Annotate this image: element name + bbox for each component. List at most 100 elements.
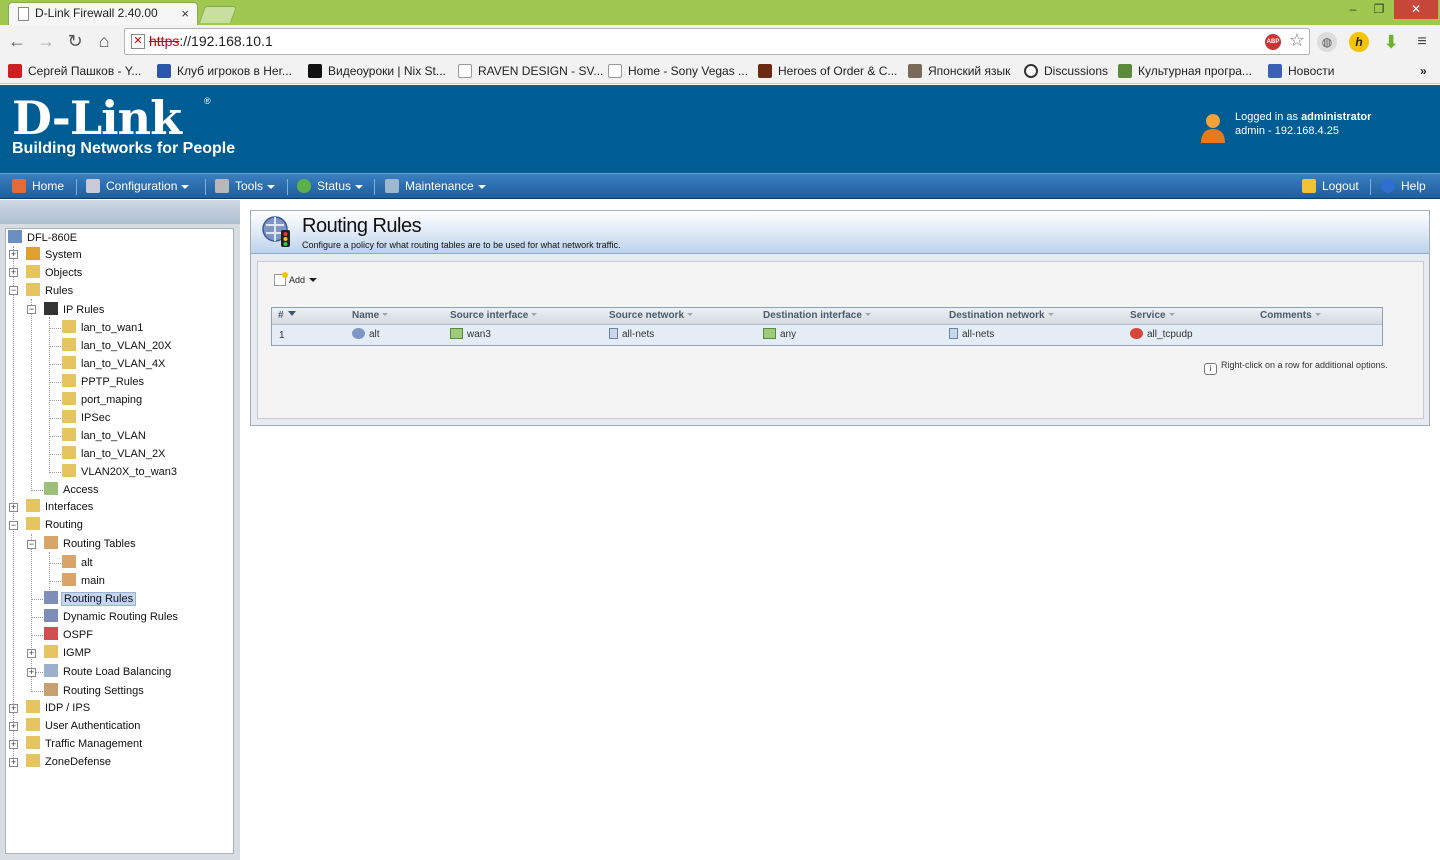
more-bookmarks-button[interactable]: » [1420, 63, 1427, 79]
menu-tools[interactable]: Tools [215, 178, 276, 194]
tree-item-dfl-860e[interactable]: DFL-860E [8, 230, 79, 246]
insecure-lock-icon[interactable]: ✕ [131, 34, 145, 49]
tree-item-routing[interactable]: Routing [26, 517, 85, 533]
tree-item-user-authentication[interactable]: User Authentication [26, 718, 142, 734]
menu-icon[interactable]: ≡ [1412, 32, 1432, 52]
lock-icon [1302, 179, 1316, 193]
expand-toggle[interactable]: + [27, 649, 36, 658]
tree-item-ip-rules[interactable]: IP Rules [44, 302, 106, 318]
tree-item-ip-rule[interactable]: IPSec [62, 410, 112, 426]
page-icon [458, 64, 472, 78]
tree-item-interfaces[interactable]: Interfaces [26, 499, 95, 515]
tree-item-zonedefense[interactable]: ZoneDefense [26, 754, 113, 770]
table-row[interactable]: 1 alt wan3 all-nets any all-nets all_tcp… [272, 325, 1382, 345]
expand-toggle[interactable]: + [9, 740, 18, 749]
column-header-comments[interactable]: Comments [1260, 310, 1321, 321]
expand-toggle[interactable]: + [9, 722, 18, 731]
tree-item-ip-rule[interactable]: lan_to_VLAN_4X [62, 356, 167, 372]
expand-toggle[interactable]: + [9, 268, 18, 277]
minimize-button[interactable]: – [1340, 0, 1366, 19]
tree-item-traffic-management[interactable]: Traffic Management [26, 736, 144, 752]
expand-toggle[interactable]: + [9, 250, 18, 259]
tree-item-routing-table[interactable]: alt [62, 555, 95, 571]
tree-item-routing-settings[interactable]: Routing Settings [44, 683, 146, 699]
bookmark-item[interactable]: Культурная програ... [1118, 63, 1252, 79]
tree-item-routing-tables[interactable]: Routing Tables [44, 536, 138, 552]
menu-logout[interactable]: Logout [1302, 178, 1359, 194]
tree-item-ip-rule[interactable]: lan_to_VLAN_2X [62, 446, 167, 462]
menu-maintenance[interactable]: Maintenance [385, 178, 486, 194]
collapse-toggle[interactable]: − [9, 521, 18, 530]
menu-home[interactable]: Home [12, 178, 64, 194]
expand-toggle[interactable]: + [9, 503, 18, 512]
collapse-toggle[interactable]: − [27, 305, 36, 314]
tree-item-ospf[interactable]: OSPF [44, 627, 95, 643]
column-header-number[interactable]: # [278, 310, 296, 321]
tab-close-icon[interactable]: × [181, 3, 189, 24]
column-header-name[interactable]: Name [352, 310, 389, 321]
address-bar[interactable]: ✕ https://192.168.10.1 ABP ☆ [124, 28, 1310, 55]
new-tab-button[interactable] [198, 6, 238, 23]
tree-item-route-load-balancing[interactable]: Route Load Balancing [44, 664, 173, 680]
menu-status[interactable]: Status [297, 178, 364, 194]
column-header-service[interactable]: Service [1130, 310, 1175, 321]
menu-help[interactable]: Help [1381, 178, 1426, 194]
home-icon[interactable]: ⌂ [93, 31, 115, 53]
bookmark-item[interactable]: Discussions [1024, 63, 1108, 79]
translate-extension-icon[interactable]: ◍ [1317, 32, 1337, 52]
adblock-icon[interactable]: ABP [1265, 34, 1281, 50]
tree-item-routing-table[interactable]: main [62, 573, 107, 589]
sort-icon [1314, 313, 1321, 316]
tree-item-rules[interactable]: Rules [26, 283, 75, 299]
bookmark-item[interactable]: Видеоуроки | Nix St... [308, 63, 446, 79]
tree-item-ip-rule[interactable]: port_maping [62, 392, 144, 408]
tree-item-ip-rule[interactable]: lan_to_VLAN_20X [62, 338, 174, 354]
url-text[interactable]: https://192.168.10.1 [149, 33, 273, 49]
window-close-button[interactable]: ✕ [1394, 0, 1438, 19]
add-button[interactable]: Add [274, 272, 318, 286]
column-header-destination-interface[interactable]: Destination interface [763, 310, 871, 321]
expand-toggle[interactable]: + [27, 668, 36, 677]
tree-item-dynamic-routing-rules[interactable]: Dynamic Routing Rules [44, 609, 180, 625]
column-header-source-interface[interactable]: Source interface [450, 310, 538, 321]
bookmark-item[interactable]: Home - Sony Vegas ... [608, 63, 748, 79]
tree-item-access[interactable]: Access [44, 482, 100, 498]
expand-toggle[interactable]: + [9, 704, 18, 713]
sort-icon [382, 313, 389, 316]
browser-tab[interactable]: D-Link Firewall 2.40.00 × [8, 2, 198, 25]
back-icon[interactable]: ← [6, 31, 28, 53]
tree-item-ip-rule[interactable]: VLAN20X_to_wan3 [62, 464, 179, 480]
tree-item-system[interactable]: System [26, 247, 84, 263]
bookmark-item[interactable]: Клуб игроков в Her... [157, 63, 292, 79]
tree-item-routing-rules[interactable]: Routing Rules [44, 591, 137, 607]
cell-service: all_tcpudp [1130, 328, 1193, 340]
rule-folder-icon [62, 464, 76, 477]
bookmark-item[interactable]: Сергей Пашков - Y... [8, 63, 141, 79]
bookmark-item[interactable]: Новости [1268, 63, 1334, 79]
bookmark-star-icon[interactable]: ☆ [1289, 30, 1305, 51]
download-extension-icon[interactable]: ⬇ [1381, 32, 1401, 52]
rule-folder-icon [62, 374, 76, 387]
column-header-source-network[interactable]: Source network [609, 310, 694, 321]
tree-item-objects[interactable]: Objects [26, 265, 84, 281]
bookmark-item[interactable]: Японский язык [908, 63, 1010, 79]
news-icon [1268, 64, 1282, 78]
rules-folder-icon [26, 283, 40, 296]
bookmark-item[interactable]: RAVEN DESIGN - SV... [458, 63, 603, 79]
bookmark-item[interactable]: Heroes of Order & C... [758, 63, 897, 79]
sort-desc-icon [287, 311, 296, 316]
maximize-button[interactable]: ❐ [1366, 0, 1392, 19]
expand-toggle[interactable]: + [9, 758, 18, 767]
tree-item-ip-rule[interactable]: PPTP_Rules [62, 374, 146, 390]
collapse-toggle[interactable]: − [27, 540, 36, 549]
reload-icon[interactable]: ↻ [64, 31, 86, 53]
h-extension-icon[interactable]: h [1349, 32, 1369, 52]
menu-configuration[interactable]: Configuration [86, 178, 190, 194]
tree-item-ip-rule[interactable]: lan_to_VLAN [62, 428, 148, 444]
tree-item-idp-ips[interactable]: IDP / IPS [26, 700, 92, 716]
column-header-destination-network[interactable]: Destination network [949, 310, 1054, 321]
forward-icon[interactable]: → [35, 31, 57, 53]
tree-item-ip-rule[interactable]: lan_to_wan1 [62, 320, 145, 336]
collapse-toggle[interactable]: − [9, 286, 18, 295]
tree-item-igmp[interactable]: IGMP [44, 645, 93, 661]
